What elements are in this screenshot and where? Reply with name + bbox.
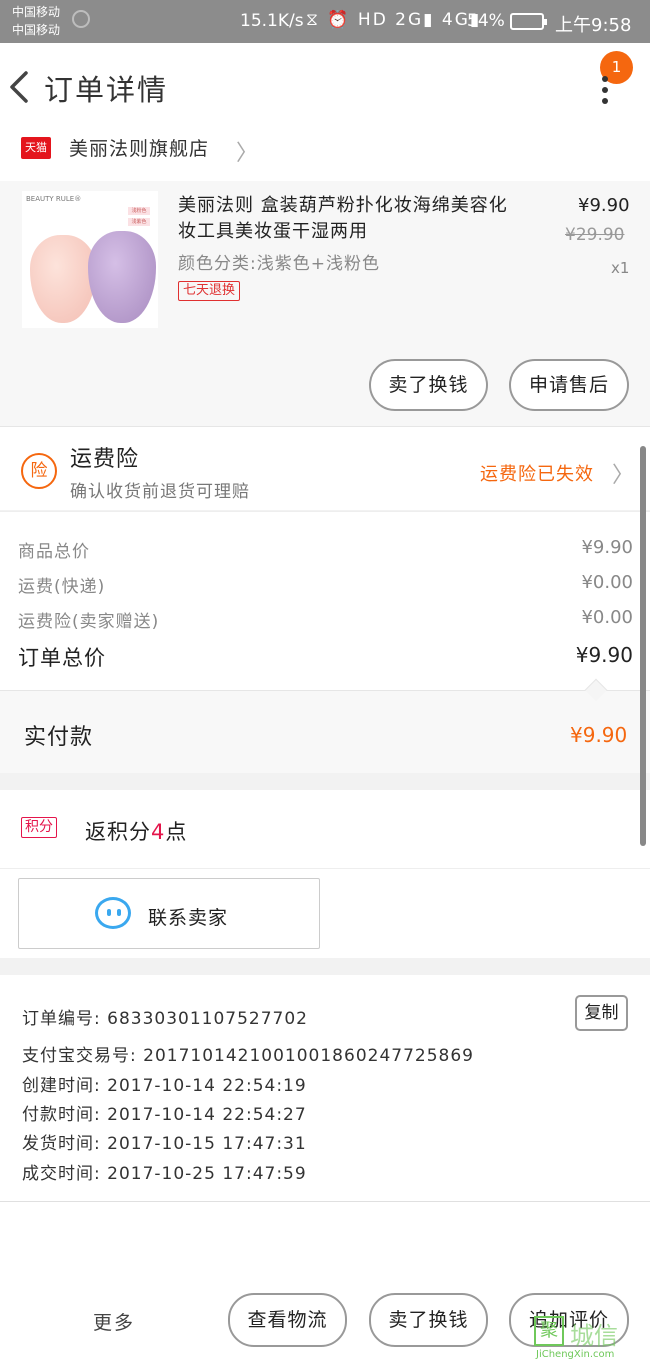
carrier-2: 中国移动 (12, 23, 61, 37)
view-logistics-button[interactable]: 查看物流 (228, 1293, 347, 1347)
signal-icons: ⧖ ⏰ HD 2G▮ 4G▮ (306, 10, 482, 30)
price-label: 运费(快递) (18, 577, 106, 597)
points-text: 返积分4点 (85, 820, 188, 844)
watermark-text: 城信 (570, 1322, 618, 1350)
copy-button[interactable]: 复制 (575, 995, 628, 1031)
product-image-tag: 浅紫色 (128, 218, 150, 226)
points-icon: 积分 (21, 817, 57, 838)
price-value: ¥0.00 (581, 572, 633, 593)
contact-seller-label: 联系卖家 (148, 907, 229, 929)
shipped-time: 发货时间: 2017-10-15 17:47:31 (22, 1134, 307, 1154)
network-speed: 15.1K/s (240, 11, 304, 31)
contact-section: 联系卖家 (0, 868, 650, 958)
scrollbar[interactable] (640, 446, 646, 846)
contact-seller-button[interactable]: 联系卖家 (18, 878, 320, 949)
tmall-icon: 天猫 (21, 137, 51, 159)
order-info: 订单编号: 68330301107527702 支付宝交易号: 20171014… (0, 975, 650, 1201)
alipay-trade-number: 支付宝交易号: 2017101421001001860247725869 (22, 1046, 474, 1066)
app-header: 订单详情 (0, 43, 650, 129)
sell-for-cash-button[interactable]: 卖了换钱 (369, 1293, 488, 1347)
pink-puff (30, 235, 96, 323)
order-number: 订单编号: 68330301107527702 (22, 1009, 309, 1029)
battery-icon (510, 13, 547, 30)
return-policy-badge: 七天退换 (178, 281, 241, 301)
more-menu-icon[interactable] (600, 76, 610, 104)
watermark: 聚 城信 JiChengXin.com (532, 1316, 650, 1361)
product-image-logo: BEAUTY RULE® (26, 195, 82, 203)
product-image: BEAUTY RULE® 浅粉色 浅紫色 (22, 191, 158, 328)
chat-icon (95, 897, 131, 929)
shop-name: 美丽法则旗舰店 (69, 138, 210, 160)
insurance-icon: 险 (21, 453, 57, 489)
product-item[interactable]: BEAUTY RULE® 浅粉色 浅紫色 美丽法则 盒装葫芦粉扑化妆海绵美容化妆… (0, 181, 650, 426)
created-time: 创建时间: 2017-10-14 22:54:19 (22, 1076, 307, 1096)
product-price: ¥9.90 (578, 195, 630, 216)
battery-percent: 54% (467, 11, 505, 31)
sell-for-cash-button[interactable]: 卖了换钱 (369, 359, 488, 411)
price-value: ¥9.90 (581, 537, 633, 558)
back-arrow-icon[interactable] (6, 67, 34, 107)
price-detail: 商品总价 ¥9.90 运费(快递) ¥0.00 运费险(卖家赠送) ¥0.00 … (0, 511, 650, 691)
carrier-1: 中国移动 (12, 5, 61, 19)
watermark-url: JiChengXin.com (536, 1349, 615, 1360)
shop-row[interactable]: 天猫 美丽法则旗舰店 〉 (0, 129, 650, 181)
paid-label: 实付款 (24, 725, 94, 750)
chevron-right-icon: 〉 (236, 141, 259, 166)
paid-value: ¥9.90 (570, 723, 628, 747)
chevron-right-icon: 〉 (612, 463, 635, 488)
price-value: ¥0.00 (581, 607, 633, 628)
page-title: 订单详情 (44, 73, 169, 107)
points-row: 积分 返积分4点 (0, 790, 650, 868)
product-sku: 颜色分类:浅紫色+浅粉色 (178, 254, 380, 274)
price-label: 商品总价 (18, 542, 90, 562)
status-bar: 中国移动 中国移动 15.1K/s ⧖ ⏰ HD 2G▮ 4G▮ 54% 上午9… (0, 0, 650, 43)
points-count: 4 (151, 820, 166, 844)
watermark-logo: 聚 (534, 1316, 564, 1346)
product-title: 美丽法则 盒装葫芦粉扑化妆海绵美容化妆工具美妆蛋干湿两用 (178, 195, 508, 242)
shipping-insurance-row[interactable]: 险 运费险 确认收货前退货可理赔 运费险已失效 〉 (0, 426, 650, 510)
insurance-title: 运费险 (70, 447, 140, 472)
wifi-icon (72, 10, 90, 28)
purple-puff (88, 231, 156, 323)
product-original-price: ¥29.90 (565, 225, 625, 245)
order-total-value: ¥9.90 (575, 643, 633, 667)
product-image-tag: 浅粉色 (128, 207, 150, 215)
after-sale-button[interactable]: 申请售后 (509, 359, 629, 411)
price-label: 运费险(卖家赠送) (18, 612, 160, 632)
completed-time: 成交时间: 2017-10-25 17:47:59 (22, 1164, 307, 1184)
more-button[interactable]: 更多 (93, 1308, 135, 1335)
insurance-status: 运费险已失效 (480, 464, 594, 485)
insurance-subtitle: 确认收货前退货可理赔 (70, 482, 250, 502)
product-quantity: x1 (611, 259, 630, 277)
paid-amount-row: 实付款 ¥9.90 (0, 691, 650, 773)
clock: 上午9:58 (555, 15, 632, 36)
order-total-label: 订单总价 (18, 646, 106, 670)
paid-time: 付款时间: 2017-10-14 22:54:27 (22, 1105, 307, 1125)
